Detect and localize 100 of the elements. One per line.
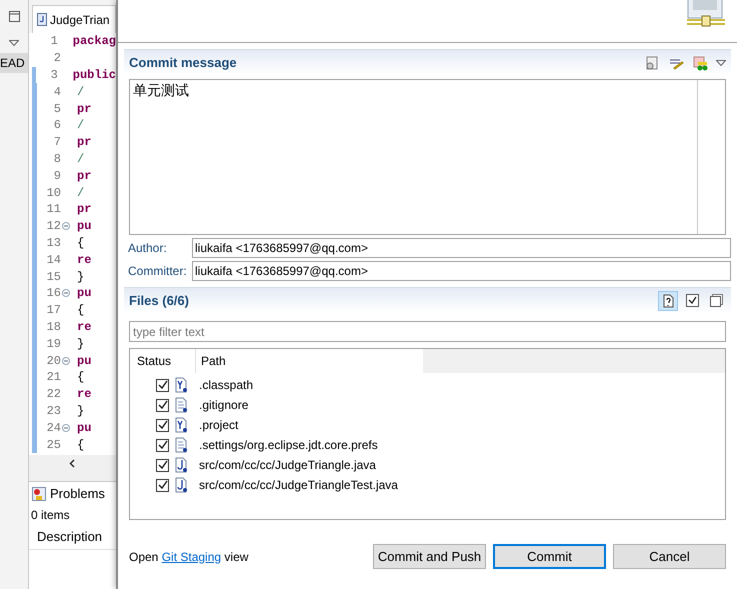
checkbox[interactable] [156, 458, 169, 472]
line-number: 4 [52, 84, 61, 101]
dialog-button[interactable]: Commit and Push [373, 544, 486, 569]
file-icon [175, 417, 188, 433]
file-icon [175, 377, 188, 393]
code-text: re [77, 318, 92, 336]
footer-text: Open Git Staging view [129, 548, 248, 566]
code-text: } [77, 402, 84, 420]
code-text: pu [77, 218, 92, 236]
maximize-icon[interactable] [8, 11, 20, 22]
file-path[interactable]: .settings/org.eclipse.jdt.core.prefs [199, 436, 378, 454]
scroll-left-icon[interactable] [69, 458, 75, 468]
checkbox[interactable] [156, 378, 169, 392]
line-number: 3 [50, 67, 58, 84]
checkbox[interactable] [156, 398, 169, 412]
code-text: pr [77, 201, 92, 218]
line-number: 17 [46, 302, 61, 320]
checkbox[interactable] [156, 438, 169, 452]
view-title[interactable]: Problems [50, 484, 105, 504]
line-number: 21 [46, 369, 61, 386]
code-text: { [77, 369, 84, 386]
git-staging-link[interactable]: Git Staging [162, 550, 222, 564]
file-path[interactable]: src/com/cc/cc/JudgeTriangleTest.java [199, 476, 398, 494]
java-file-icon [37, 13, 47, 26]
file-path[interactable]: .project [199, 416, 238, 434]
checkbox[interactable] [156, 478, 169, 492]
dropdown-icon[interactable] [716, 60, 726, 66]
section-title: Files (6/6) [129, 292, 189, 310]
column-header[interactable]: Path [196, 349, 423, 373]
field-label: Committer: [127, 263, 188, 280]
dialog-button[interactable]: Commit [493, 544, 606, 569]
code-text: / [77, 84, 84, 101]
editor-tab[interactable]: JudgeTrian [32, 5, 116, 33]
field-label: Author: [127, 240, 168, 257]
code-text: { [77, 302, 84, 320]
committer-field[interactable]: liukaifa <1763685997@qq.com> [192, 261, 731, 281]
line-number: 6 [52, 117, 61, 134]
signed-off-icon[interactable] [692, 54, 708, 70]
copy-icon [710, 294, 722, 307]
file-icon [175, 437, 188, 453]
column-header[interactable]: Status [130, 349, 196, 373]
line-number: 2 [52, 50, 61, 68]
code-text: / [77, 184, 84, 202]
file-path[interactable]: .gitignore [199, 396, 248, 414]
java-file-icon [175, 457, 188, 473]
line-number: 8 [52, 150, 61, 168]
fold-icon[interactable] [62, 356, 70, 365]
line-number: 16 [46, 285, 61, 302]
line-number: 15 [46, 268, 61, 286]
line-number: 20 [46, 352, 61, 370]
line-number: 12 [46, 218, 61, 236]
file-icon [175, 397, 188, 413]
java-file-icon [175, 477, 188, 493]
untracked-file-icon [662, 294, 674, 308]
checkbox[interactable] [156, 418, 169, 432]
code-text: pu [77, 420, 92, 437]
code-text: pu [77, 352, 92, 370]
code-text: } [77, 336, 84, 353]
code-text: pr [77, 168, 92, 185]
code-text: / [77, 150, 84, 168]
git-logo-icon [685, 0, 727, 28]
line-number: 25 [46, 436, 61, 454]
code-text: packag [72, 33, 116, 50]
code-text: { [77, 234, 84, 252]
code-text: } [77, 268, 84, 286]
message-field[interactable]: 单元测试 [129, 79, 726, 235]
fold-icon[interactable] [62, 222, 70, 230]
line-number: 11 [46, 201, 61, 218]
dialog-button[interactable]: Cancel [613, 544, 726, 569]
history-icon[interactable] [644, 54, 660, 70]
line-number: 13 [46, 234, 61, 252]
line-number: 10 [46, 184, 61, 202]
line-number: 9 [52, 168, 61, 185]
fold-icon[interactable] [62, 289, 70, 298]
problems-icon [32, 487, 46, 501]
line-number: 19 [46, 336, 61, 353]
code-text: { [77, 436, 84, 454]
line-number: 14 [46, 252, 61, 269]
code-text: re [77, 252, 92, 269]
file-path[interactable]: .classpath [199, 376, 254, 394]
filter-field[interactable]: type filter text [129, 321, 726, 342]
untracked-toggle[interactable] [658, 290, 678, 310]
branch-label[interactable]: EAD [0, 53, 28, 73]
line-number: 7 [52, 134, 61, 152]
line-number: 22 [46, 386, 61, 404]
code-text: re [77, 386, 92, 404]
code-text: / [77, 117, 84, 134]
problems-count: 0 items [30, 507, 71, 524]
dropdown-icon[interactable] [9, 40, 19, 46]
line-number: 23 [46, 402, 61, 420]
code-text: pr [77, 134, 92, 152]
column-header[interactable]: Description [29, 524, 116, 550]
code-text: pr [77, 100, 92, 118]
line-number: 18 [46, 318, 61, 336]
file-path[interactable]: src/com/cc/cc/JudgeTriangle.java [199, 456, 376, 474]
line-number: 5 [52, 100, 61, 118]
section-title: Commit message [129, 54, 237, 72]
fold-icon[interactable] [62, 424, 70, 432]
author-field[interactable]: liukaifa <1763685997@qq.com> [192, 238, 731, 258]
code-text: public [72, 67, 116, 84]
